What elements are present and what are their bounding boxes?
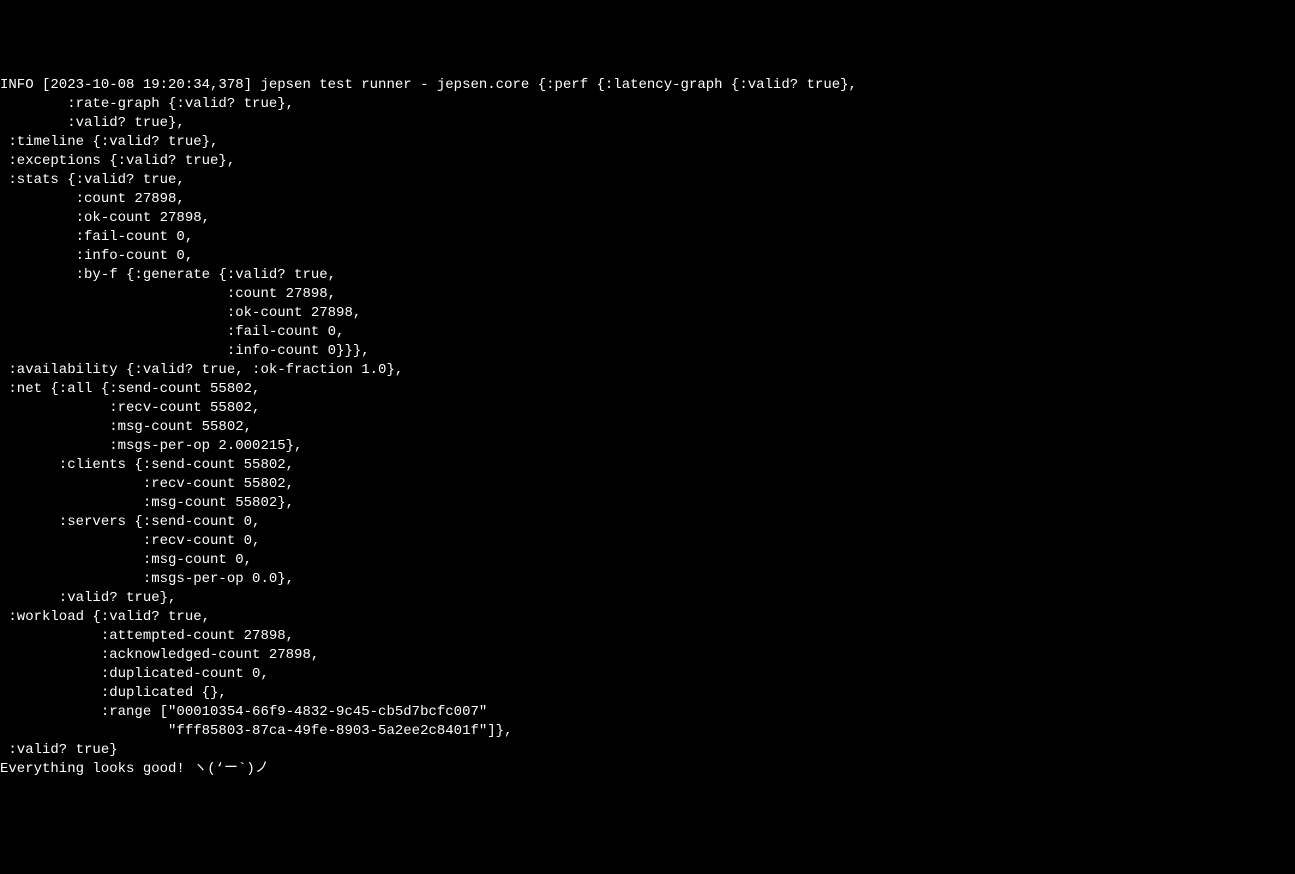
terminal-line: :servers {:send-count 0, (0, 513, 1295, 532)
terminal-line: Everything looks good! ヽ(‘ー`)ノ (0, 760, 1295, 779)
terminal-line: :exceptions {:valid? true}, (0, 152, 1295, 171)
terminal-line: :workload {:valid? true, (0, 608, 1295, 627)
terminal-line: :ok-count 27898, (0, 304, 1295, 323)
terminal-line: :count 27898, (0, 285, 1295, 304)
terminal-line: :fail-count 0, (0, 228, 1295, 247)
terminal-line: :valid? true} (0, 741, 1295, 760)
terminal-line: :fail-count 0, (0, 323, 1295, 342)
terminal-line: :availability {:valid? true, :ok-fractio… (0, 361, 1295, 380)
terminal-line: :duplicated {}, (0, 684, 1295, 703)
terminal-line: :recv-count 55802, (0, 399, 1295, 418)
terminal-line: :timeline {:valid? true}, (0, 133, 1295, 152)
terminal-line: :range ["00010354-66f9-4832-9c45-cb5d7bc… (0, 703, 1295, 722)
terminal-line: INFO [2023-10-08 19:20:34,378] jepsen te… (0, 76, 1295, 95)
terminal-line: :net {:all {:send-count 55802, (0, 380, 1295, 399)
terminal-line: :count 27898, (0, 190, 1295, 209)
terminal-line: :msg-count 55802}, (0, 494, 1295, 513)
terminal-line: :rate-graph {:valid? true}, (0, 95, 1295, 114)
terminal-line: :recv-count 0, (0, 532, 1295, 551)
terminal-line: :msg-count 55802, (0, 418, 1295, 437)
terminal-line: :acknowledged-count 27898, (0, 646, 1295, 665)
terminal-line: :valid? true}, (0, 589, 1295, 608)
terminal-line: "fff85803-87ca-49fe-8903-5a2ee2c8401f"]}… (0, 722, 1295, 741)
terminal-line: :msg-count 0, (0, 551, 1295, 570)
terminal-line: :stats {:valid? true, (0, 171, 1295, 190)
terminal-line: :msgs-per-op 0.0}, (0, 570, 1295, 589)
terminal-line: :by-f {:generate {:valid? true, (0, 266, 1295, 285)
terminal-line: :msgs-per-op 2.000215}, (0, 437, 1295, 456)
terminal-output: INFO [2023-10-08 19:20:34,378] jepsen te… (0, 76, 1295, 779)
terminal-line: :clients {:send-count 55802, (0, 456, 1295, 475)
terminal-line: :info-count 0}}}, (0, 342, 1295, 361)
terminal-line: :valid? true}, (0, 114, 1295, 133)
terminal-line: :attempted-count 27898, (0, 627, 1295, 646)
terminal-line: :duplicated-count 0, (0, 665, 1295, 684)
terminal-line: :recv-count 55802, (0, 475, 1295, 494)
terminal-line: :info-count 0, (0, 247, 1295, 266)
terminal-line: :ok-count 27898, (0, 209, 1295, 228)
